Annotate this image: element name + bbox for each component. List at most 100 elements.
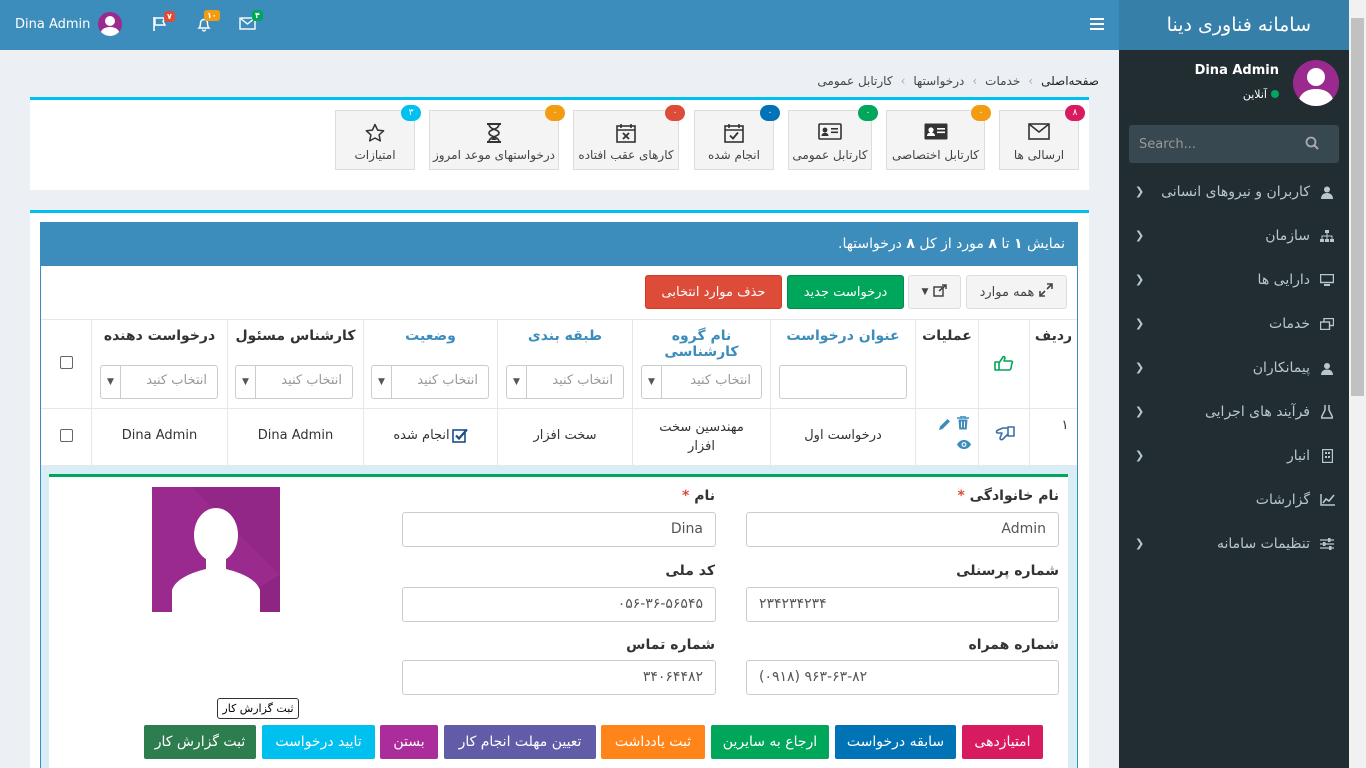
tile-badge: ۰: [858, 105, 878, 121]
row-checkbox[interactable]: [60, 429, 73, 442]
sidebar-item-settings[interactable]: تنظیمات سامانه ❮: [1119, 522, 1349, 566]
scrollbar-thumb[interactable]: [1351, 18, 1364, 396]
breadcrumb-item[interactable]: خدمات: [985, 74, 1020, 88]
sidebar-item-organization[interactable]: سازمان ❮: [1119, 214, 1349, 258]
sidebar-item-processes[interactable]: فرآیند های اجرایی ❮: [1119, 390, 1349, 434]
delete-selected-button[interactable]: حذف موارد انتخابی: [645, 275, 782, 309]
sidebar-item-label: انبار: [1286, 448, 1310, 464]
rate-button[interactable]: امتیازدهی: [962, 725, 1043, 759]
tile-public-cartable[interactable]: ۰ کارتابل عمومی: [788, 105, 878, 170]
online-status: آنلاین: [1243, 88, 1279, 101]
row-group-line2: افزار: [688, 439, 715, 454]
calendar-check-icon: [695, 123, 773, 143]
eye-icon[interactable]: [956, 439, 972, 454]
summary-to: ۸: [988, 236, 997, 252]
table-border: [41, 408, 1077, 409]
app-logo[interactable]: سامانه فناوری دینا: [1119, 0, 1349, 50]
personnel-number-field[interactable]: ۲۳۴۲۳۴۲۳۴: [746, 587, 1059, 622]
chevron-left-icon: ❮: [1135, 449, 1145, 462]
search-icon[interactable]: [1305, 136, 1319, 154]
column-header-actions: عملیات: [922, 328, 972, 344]
sidebar-item-label: خدمات: [1269, 316, 1310, 332]
edit-pencil-icon[interactable]: [938, 418, 951, 435]
hourglass-icon: [430, 123, 558, 143]
select-placeholder: انتخاب کنید: [417, 373, 478, 388]
personnel-number-label: شماره پرسنلی: [956, 563, 1059, 579]
tile-sent[interactable]: ۸ ارسالی ها: [999, 105, 1085, 170]
submit-work-report-button[interactable]: ثبت گزارش کار: [144, 725, 256, 759]
column-header-group[interactable]: نام گروه کارشناسی: [633, 328, 770, 360]
page-scrollbar[interactable]: [1349, 0, 1366, 768]
export-dropdown-button[interactable]: ▼: [908, 275, 961, 309]
tile-private-cartable[interactable]: ۰ کارتابل اختصاصی: [886, 105, 991, 170]
sidebar-item-assets[interactable]: دارایی ها ❮: [1119, 258, 1349, 302]
select-all-checkbox[interactable]: [60, 356, 73, 369]
flask-icon: [1317, 405, 1337, 419]
approve-request-button[interactable]: تایید درخواست: [262, 725, 375, 759]
sidebar-item-reports[interactable]: گزارشات: [1119, 478, 1349, 522]
status-filter-select[interactable]: انتخاب کنید ▼: [371, 365, 489, 399]
chevron-left-icon: ❮: [1135, 273, 1145, 286]
header-user-menu[interactable]: Dina Admin: [15, 12, 123, 36]
trash-icon[interactable]: [957, 415, 969, 434]
breadcrumb-item[interactable]: درخواستها: [913, 74, 964, 88]
national-code-label: کد ملی: [665, 563, 715, 579]
tile-done[interactable]: ۰ انجام شده: [694, 105, 780, 170]
user-avatar-icon[interactable]: [98, 12, 123, 36]
mobile-field[interactable]: (۰۹۱۸) ۹۶۳-۶۳-۸۲: [746, 660, 1059, 695]
chevron-left-icon: ❮: [1135, 405, 1145, 418]
column-header-expert: کارشناس مسئول: [235, 328, 356, 344]
header-user-name[interactable]: Dina Admin: [15, 17, 90, 32]
row-toggle-icon[interactable]: [995, 426, 1015, 448]
summary-mid: مورد از کل: [919, 236, 984, 252]
tile-points[interactable]: ۳ امتیازات: [335, 105, 421, 170]
national-code-field[interactable]: ۰۵۶-۳۶-۵۶۵۴۵: [402, 587, 716, 622]
requester-filter-select[interactable]: انتخاب کنید ▼: [100, 365, 218, 399]
sidebar-toggle-icon[interactable]: [1090, 17, 1104, 35]
category-filter-select[interactable]: انتخاب کنید ▼: [506, 365, 624, 399]
tile-badge: ۰: [760, 105, 780, 121]
tooltip: ثبت گزارش کار: [217, 698, 299, 719]
line-chart-icon: [1317, 494, 1337, 506]
tile-overdue[interactable]: ۰ کارهای عقب افتاده: [573, 105, 685, 170]
select-placeholder: انتخاب کنید: [690, 373, 751, 388]
breadcrumb-home[interactable]: صفحه‌اصلی: [1041, 74, 1099, 88]
first-name-field[interactable]: Dina: [402, 512, 716, 547]
star-icon: [336, 123, 414, 143]
phone-field[interactable]: ۳۴۰۶۴۴۸۲: [402, 660, 716, 695]
row-status-label: انجام شده: [393, 428, 450, 443]
refer-to-others-button[interactable]: ارجاع به سایرین: [711, 725, 829, 759]
last-name-field[interactable]: Admin: [746, 512, 1059, 547]
sidebar-item-contractors[interactable]: پیمانکاران ❮: [1119, 346, 1349, 390]
table-border: [978, 320, 979, 465]
column-header-category[interactable]: طبقه بندی: [498, 328, 632, 344]
check-square-icon: [451, 428, 468, 447]
title-filter-input[interactable]: [779, 365, 907, 399]
tile-label: کارهای عقب افتاده: [578, 148, 674, 162]
tile-badge: ۰: [971, 105, 991, 121]
sidebar-search-input[interactable]: [1129, 125, 1309, 163]
sidebar-item-label: تنظیمات سامانه: [1217, 536, 1310, 552]
group-filter-select[interactable]: انتخاب کنید ▼: [641, 365, 762, 399]
tile-due-today[interactable]: ۰ درخواستهای موعد امروز: [429, 105, 565, 170]
row-group: مهندسین سخت افزار: [633, 418, 770, 456]
sidebar-item-services[interactable]: خدمات ❮: [1119, 302, 1349, 346]
column-header-title[interactable]: عنوان درخواست: [771, 328, 915, 344]
tile-badge: ۸: [1065, 105, 1085, 121]
request-history-button[interactable]: سابقه درخواست: [835, 725, 956, 759]
filter-toggle-icon[interactable]: [994, 355, 1014, 375]
id-card-icon: [887, 123, 984, 140]
sidebar-item-label: سازمان: [1265, 228, 1310, 244]
set-deadline-button[interactable]: تعیین مهلت انجام کار: [444, 725, 596, 759]
expert-filter-select[interactable]: انتخاب کنید ▼: [235, 365, 353, 399]
mobile-label: شماره همراه: [968, 637, 1059, 653]
sidebar-item-warehouse[interactable]: انبار ❮: [1119, 434, 1349, 478]
row-index: ۱: [1061, 418, 1069, 433]
new-request-button[interactable]: درخواست جدید: [787, 275, 904, 309]
all-items-button[interactable]: همه موارد: [966, 275, 1067, 309]
sidebar-item-users[interactable]: کاربران و نیروهای انسانی ❮: [1119, 170, 1349, 214]
close-request-button[interactable]: بستن: [380, 725, 438, 759]
column-header-status[interactable]: وضعیت: [364, 328, 497, 344]
add-note-button[interactable]: ثبت یادداشت: [601, 725, 705, 759]
all-items-label: همه موارد: [979, 284, 1035, 300]
